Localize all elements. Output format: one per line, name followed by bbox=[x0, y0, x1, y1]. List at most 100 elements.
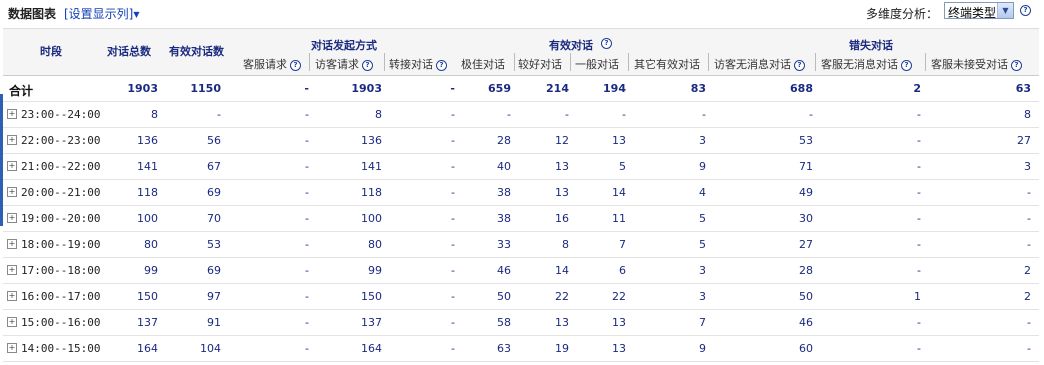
cell-good: 13 bbox=[555, 186, 569, 199]
cell-agent-request: - bbox=[305, 316, 309, 329]
expand-icon[interactable]: + bbox=[7, 161, 17, 171]
cell-agent-request: - bbox=[305, 212, 309, 225]
col-header-visitor-request[interactable]: 访客请求? bbox=[315, 56, 373, 72]
table-row: +19:00--20:00 100 70 - 100 - 38 16 11 5 30 - - bbox=[3, 205, 1039, 232]
agent-not-accepted-label: 客服未接受对话 bbox=[931, 58, 1008, 71]
cell-valid: 53 bbox=[207, 238, 221, 251]
cell-agent-no-message: - bbox=[917, 212, 921, 225]
cell-normal: 6 bbox=[619, 264, 626, 277]
cell-visitor-no-message: 46 bbox=[799, 316, 813, 329]
col-header-other-valid[interactable]: 其它有效对话 bbox=[634, 56, 700, 72]
cell-normal: 11 bbox=[612, 212, 626, 225]
time-slot: 15:00--16:00 bbox=[21, 316, 101, 329]
help-icon[interactable]: ? bbox=[901, 59, 912, 71]
expand-icon[interactable]: + bbox=[7, 239, 17, 249]
col-header-valid[interactable]: 有效对话数 bbox=[169, 43, 224, 59]
help-icon[interactable]: ? bbox=[1011, 59, 1022, 71]
time-slot: 20:00--21:00 bbox=[21, 186, 101, 199]
col-header-best[interactable]: 极佳对话 bbox=[461, 56, 505, 72]
cell-transfer: - bbox=[451, 342, 455, 355]
cell-best: 46 bbox=[497, 264, 511, 277]
col-header-visitor-no-message[interactable]: 访客无消息对话? bbox=[714, 56, 805, 72]
cell-normal: 14 bbox=[612, 186, 626, 199]
cell-total: 100 bbox=[137, 212, 158, 225]
cell-visitor-request: 118 bbox=[361, 186, 382, 199]
help-icon[interactable]: ? bbox=[362, 59, 373, 71]
cell-agent-not-accepted: 3 bbox=[1024, 160, 1031, 173]
set-columns-link[interactable]: [设置显示列]▼ bbox=[64, 5, 140, 22]
toolbar: 数据图表 [设置显示列]▼ 多维度分析： 终端类型 ▼ ? bbox=[0, 0, 1044, 24]
cell-best: 38 bbox=[497, 186, 511, 199]
total-row: 合计 1903 1150 - 1903 - 659 214 194 83 688 2 63 bbox=[3, 75, 1039, 102]
cell-other-valid: 3 bbox=[699, 134, 706, 147]
expand-icon[interactable]: + bbox=[7, 265, 17, 275]
help-icon[interactable]: ? bbox=[794, 59, 805, 71]
divider bbox=[815, 53, 816, 71]
expand-icon[interactable]: + bbox=[7, 135, 17, 145]
cell-other-valid: 9 bbox=[699, 160, 706, 173]
cell-best: 40 bbox=[497, 160, 511, 173]
cell-normal: 7 bbox=[619, 238, 626, 251]
expand-icon[interactable]: + bbox=[7, 343, 17, 353]
cell-visitor-request: 164 bbox=[361, 342, 382, 355]
group-header-initiate: 对话发起方式 bbox=[311, 39, 377, 52]
cell-visitor-no-message: - bbox=[809, 108, 813, 121]
cell-valid: 69 bbox=[207, 186, 221, 199]
help-icon[interactable]: ? bbox=[601, 38, 612, 49]
time-slot: 19:00--20:00 bbox=[21, 212, 101, 225]
cell-total: 141 bbox=[137, 160, 158, 173]
expand-icon[interactable]: + bbox=[7, 109, 17, 119]
cell-agent-request: - bbox=[305, 108, 309, 121]
expand-icon[interactable]: + bbox=[7, 213, 17, 223]
dropdown-arrow-icon[interactable]: ▼ bbox=[997, 3, 1013, 18]
col-header-agent-no-message[interactable]: 客服无消息对话? bbox=[821, 56, 912, 72]
table-header: 时段 对话总数 有效对话数 对话发起方式 有效对话 ? 错失对话 客服请求? 访… bbox=[3, 28, 1039, 76]
cell-valid: 1150 bbox=[190, 82, 221, 95]
cell-normal: 22 bbox=[612, 290, 626, 303]
help-icon[interactable]: ? bbox=[1020, 5, 1031, 16]
cell-transfer: - bbox=[451, 290, 455, 303]
col-header-good[interactable]: 较好对话 bbox=[518, 56, 562, 72]
col-header-time[interactable]: 时段 bbox=[40, 43, 62, 59]
cell-transfer: - bbox=[451, 316, 455, 329]
divider bbox=[925, 53, 926, 71]
cell-agent-no-message: - bbox=[917, 160, 921, 173]
cell-transfer: - bbox=[451, 108, 455, 121]
cell-agent-not-accepted: - bbox=[1027, 212, 1031, 225]
cell-transfer: - bbox=[451, 264, 455, 277]
cell-agent-not-accepted: - bbox=[1027, 316, 1031, 329]
help-icon[interactable]: ? bbox=[290, 59, 301, 71]
cell-visitor-no-message: 30 bbox=[799, 212, 813, 225]
divider bbox=[708, 53, 709, 71]
cell-other-valid: 83 bbox=[690, 82, 706, 95]
expand-icon[interactable]: + bbox=[7, 317, 17, 327]
cell-agent-no-message: - bbox=[917, 342, 921, 355]
cell-visitor-no-message: 50 bbox=[799, 290, 813, 303]
expand-icon[interactable]: + bbox=[7, 187, 17, 197]
cell-good: 13 bbox=[555, 316, 569, 329]
dimension-select[interactable]: 终端类型 ▼ bbox=[944, 2, 1014, 20]
cell-agent-request: - bbox=[305, 186, 309, 199]
col-header-transfer[interactable]: 转接对话? bbox=[389, 56, 447, 72]
cell-good: 16 bbox=[555, 212, 569, 225]
table-row: +14:00--15:00 164 104 - 164 - 63 19 13 9 60 - - bbox=[3, 335, 1039, 362]
cell-best: 38 bbox=[497, 212, 511, 225]
cell-best: 33 bbox=[497, 238, 511, 251]
col-header-agent-not-accepted[interactable]: 客服未接受对话? bbox=[931, 56, 1022, 72]
cell-valid: 91 bbox=[207, 316, 221, 329]
col-header-normal[interactable]: 一般对话 bbox=[575, 56, 619, 72]
cell-normal: 13 bbox=[612, 342, 626, 355]
divider bbox=[384, 53, 385, 71]
cell-visitor-request: 1903 bbox=[351, 82, 382, 95]
expand-icon[interactable]: + bbox=[7, 291, 17, 301]
col-header-agent-request[interactable]: 客服请求? bbox=[243, 56, 301, 72]
cell-total: 8 bbox=[151, 108, 158, 121]
cell-agent-no-message: - bbox=[917, 264, 921, 277]
cell-agent-not-accepted: 27 bbox=[1017, 134, 1031, 147]
table-row: +21:00--22:00 141 67 - 141 - 40 13 5 9 71 - 3 bbox=[3, 153, 1039, 180]
cell-other-valid: 4 bbox=[699, 186, 706, 199]
cell-agent-not-accepted: 8 bbox=[1024, 108, 1031, 121]
help-icon[interactable]: ? bbox=[436, 59, 447, 71]
col-header-total[interactable]: 对话总数 bbox=[107, 43, 151, 59]
agent-no-message-label: 客服无消息对话 bbox=[821, 58, 898, 71]
